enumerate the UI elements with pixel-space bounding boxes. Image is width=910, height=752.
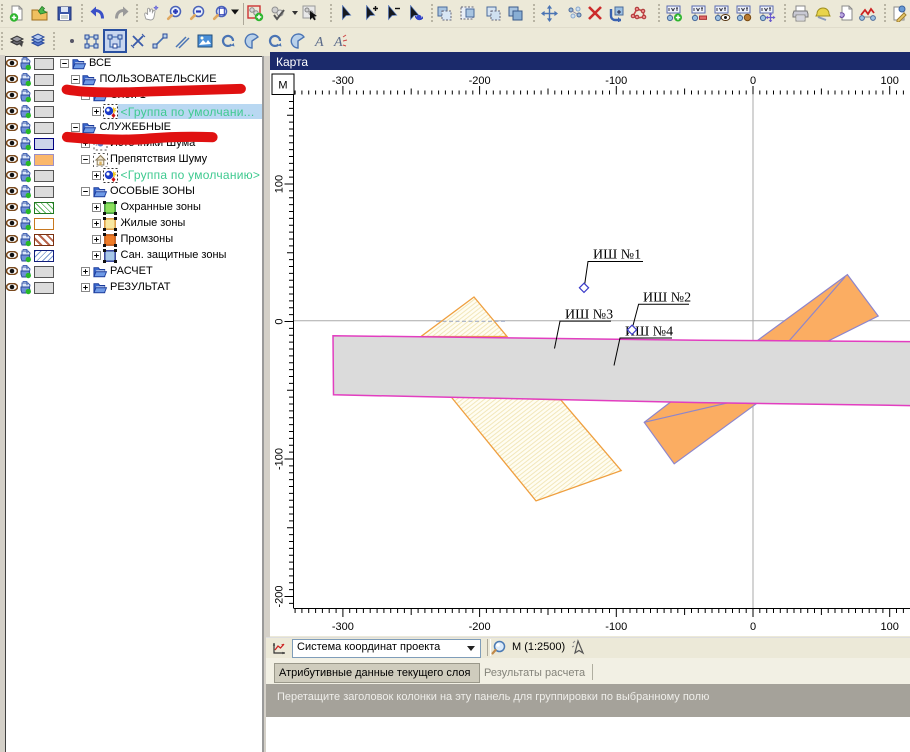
svg-text:100: 100 (274, 175, 286, 193)
svg-text:ИШ №1: ИШ №1 (593, 248, 641, 263)
svg-text:-100: -100 (605, 75, 627, 87)
svg-text:0: 0 (750, 621, 756, 633)
svg-text:М: М (278, 80, 287, 92)
svg-text:0: 0 (274, 318, 286, 324)
svg-text:-300: -300 (332, 621, 354, 633)
svg-text:ИШ №3: ИШ №3 (565, 308, 613, 323)
svg-text:-300: -300 (332, 75, 354, 87)
svg-text:A: A (314, 35, 324, 50)
svg-text:A: A (333, 35, 343, 50)
svg-text:0: 0 (750, 75, 756, 87)
svg-text:100: 100 (881, 621, 899, 633)
svg-text:-200: -200 (469, 75, 491, 87)
svg-text:100: 100 (881, 75, 899, 87)
svg-text:ИШ №2: ИШ №2 (643, 291, 691, 306)
svg-text:-200: -200 (469, 621, 491, 633)
svg-text:-200: -200 (274, 585, 286, 607)
svg-text:-100: -100 (605, 621, 627, 633)
svg-text:-100: -100 (274, 448, 286, 470)
